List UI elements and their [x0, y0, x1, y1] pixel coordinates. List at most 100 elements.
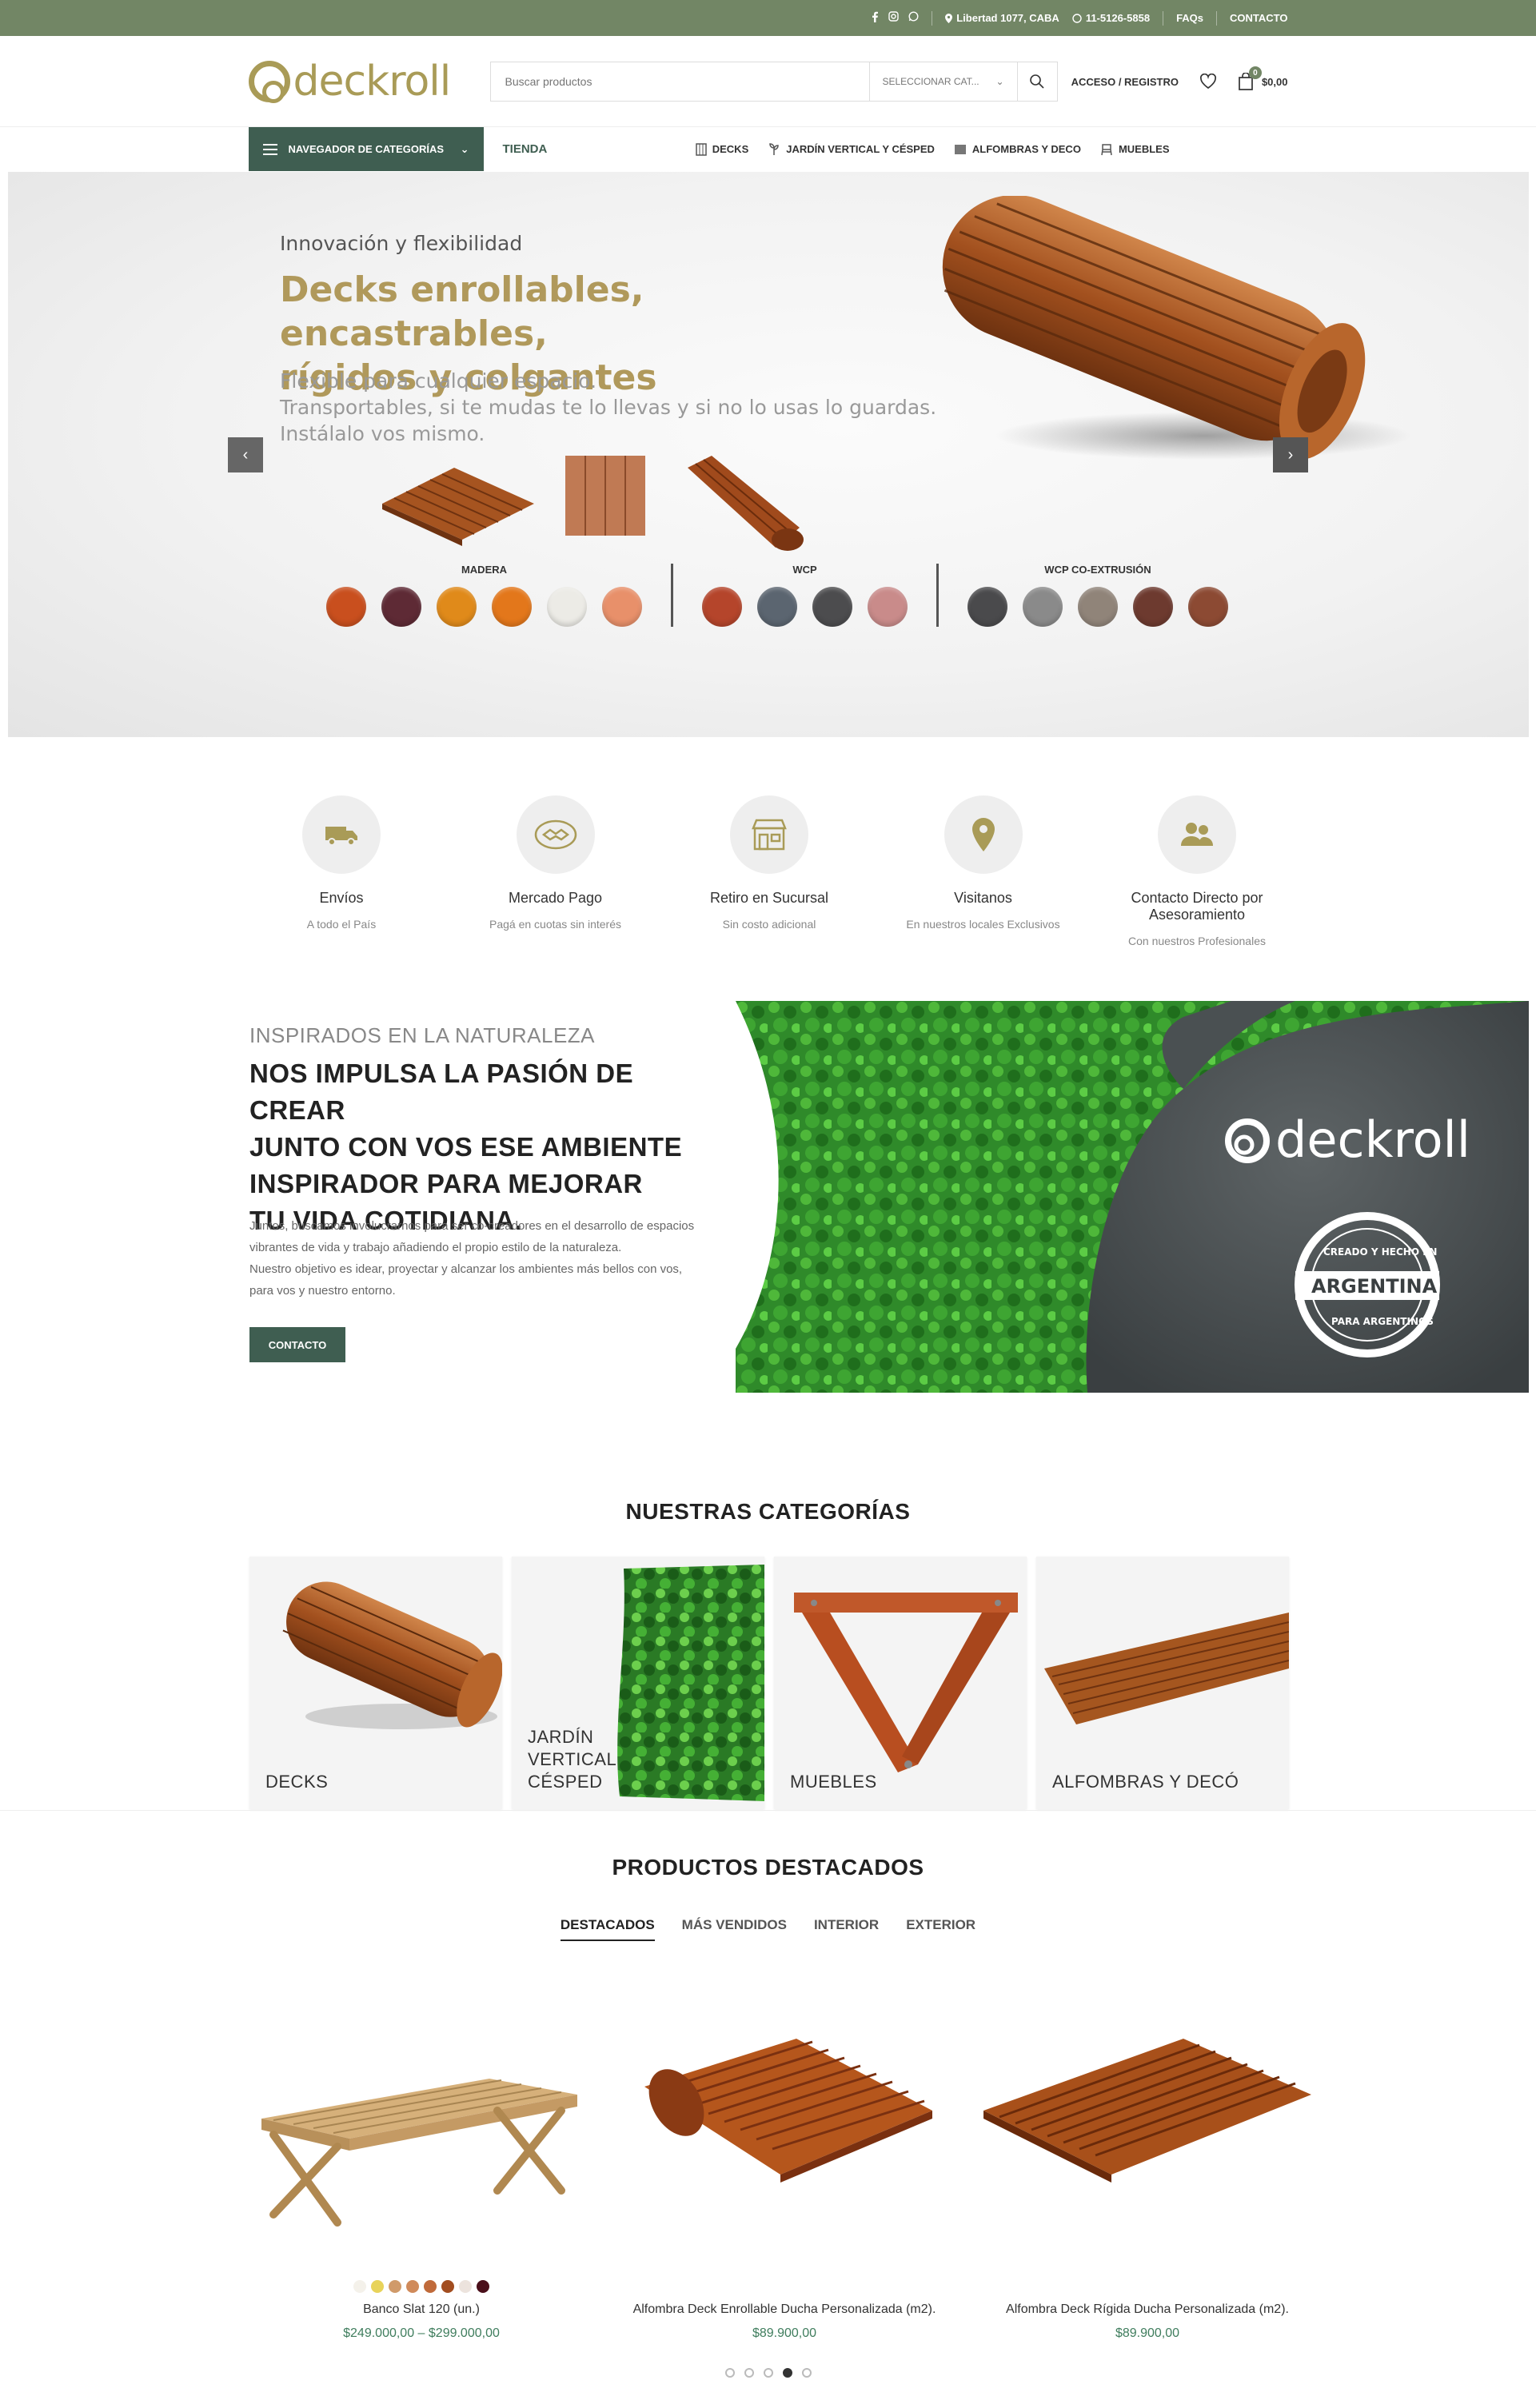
color-swatch[interactable] — [1023, 587, 1063, 627]
nav-tienda[interactable]: TIENDA — [503, 142, 548, 156]
category-name: MUEBLES — [790, 1772, 877, 1792]
color-swatch[interactable] — [967, 587, 1007, 627]
category-select[interactable]: SELECCIONAR CAT... ⌄ — [868, 62, 1017, 101]
instagram-icon[interactable] — [888, 11, 899, 25]
pagination-dot[interactable] — [763, 2368, 773, 2378]
color-swatch[interactable] — [1078, 587, 1118, 627]
product-card[interactable]: Alfombra Deck Enrollable Ducha Personali… — [612, 1991, 956, 2341]
product-image[interactable] — [249, 1991, 593, 2255]
rigid-mat-product-image — [983, 2039, 1311, 2183]
about-kicker: INSPIRADOS EN LA NATURALEZA — [249, 1023, 596, 1047]
swatch-group: WCP CO-EXTRUSIÓN — [936, 564, 1244, 627]
categories-grid: DECKS JARDÍN VERTICAL Y CÉSPED MUEBLES A… — [249, 1557, 1289, 1809]
feature-title: Visitanos — [954, 890, 1012, 906]
product-card[interactable]: Banco Slat 120 (un.) $249.000,00 – $299.… — [249, 1991, 593, 2341]
phone-link[interactable]: 11-5126-5858 — [1072, 12, 1150, 24]
category-card-decks[interactable]: DECKS — [249, 1557, 502, 1809]
tab-interior[interactable]: INTERIOR — [814, 1917, 879, 1941]
pagination-dot[interactable] — [724, 2368, 735, 2378]
logo[interactable]: deckroll — [248, 58, 482, 106]
product-image[interactable] — [975, 1991, 1319, 2255]
cart-count-badge: 0 — [1248, 66, 1262, 79]
divider — [1216, 10, 1218, 26]
product-name[interactable]: Banco Slat 120 (un.) — [363, 2302, 480, 2317]
product-color-swatch[interactable] — [389, 2280, 401, 2293]
category-card-jardin[interactable]: JARDÍN VERTICAL Y CÉSPED — [512, 1557, 764, 1809]
feature-desc: Sin costo adicional — [722, 918, 816, 931]
account-link[interactable]: ACCESO / REGISTRO — [1071, 76, 1179, 88]
pagination-dot[interactable] — [782, 2368, 792, 2378]
whatsapp-icon[interactable] — [908, 11, 919, 25]
feature-title: Contacto Directo por Asesoramiento — [1131, 890, 1263, 923]
color-swatch[interactable] — [1188, 587, 1228, 627]
about-image: deckroll CREADO Y HECHO EN ARGENTINA PAR… — [736, 1001, 1529, 1393]
color-swatch[interactable] — [757, 587, 797, 627]
product-color-swatch[interactable] — [406, 2280, 419, 2293]
color-swatch[interactable] — [602, 587, 642, 627]
tab-exterior[interactable]: EXTERIOR — [906, 1917, 975, 1941]
product-color-swatch[interactable] — [441, 2280, 454, 2293]
color-swatch[interactable] — [702, 587, 742, 627]
contact-button[interactable]: CONTACTO — [249, 1327, 345, 1362]
slider-next-button[interactable]: › — [1273, 437, 1308, 472]
color-swatch[interactable] — [492, 587, 532, 627]
muebles-image — [794, 1593, 1018, 1772]
feature-desc: Con nuestros Profesionales — [1128, 935, 1266, 947]
feature-icon-circle — [516, 795, 595, 874]
heart-icon[interactable] — [1199, 74, 1217, 90]
chevron-left-icon: ‹ — [242, 445, 249, 464]
product-color-options — [353, 2280, 489, 2293]
contact-link[interactable]: CONTACTO — [1230, 12, 1287, 24]
swatch-group: MADERA — [310, 564, 671, 627]
color-swatch[interactable] — [326, 587, 366, 627]
nav-alfombras[interactable]: ALFOMBRAS Y DECO — [954, 143, 1081, 156]
tab-mas-vendidos[interactable]: MÁS VENDIDOS — [682, 1917, 787, 1941]
hero-title-line: Decks enrollables, encastrables, — [280, 269, 644, 354]
facebook-icon[interactable] — [871, 11, 879, 25]
color-swatch[interactable] — [547, 587, 587, 627]
cart-total: $0,00 — [1261, 75, 1288, 88]
product-color-swatch[interactable] — [459, 2280, 472, 2293]
tab-destacados[interactable]: DESTACADOS — [560, 1917, 655, 1941]
nav-jardin[interactable]: JARDÍN VERTICAL Y CÉSPED — [768, 142, 935, 156]
badge-top-text: CREADO Y HECHO EN — [1323, 1246, 1437, 1258]
color-swatch[interactable] — [437, 587, 477, 627]
logo-text: deckroll — [293, 58, 452, 106]
product-name[interactable]: Alfombra Deck Rígida Ducha Personalizada… — [1006, 2302, 1289, 2317]
product-image[interactable] — [612, 1991, 956, 2255]
category-card-alfombras[interactable]: ALFOMBRAS Y DECÓ — [1036, 1557, 1289, 1809]
search-input[interactable] — [490, 62, 869, 101]
product-price: $249.000,00 – $299.000,00 — [343, 2326, 500, 2340]
category-navigator-button[interactable]: NAVEGADOR DE CATEGORÍAS ⌄ — [248, 127, 484, 171]
search-button[interactable] — [1016, 62, 1057, 101]
cart-button[interactable]: 0 $0,00 — [1238, 66, 1288, 90]
location-icon — [971, 818, 995, 851]
color-swatch[interactable] — [1133, 587, 1173, 627]
shirt-logo-text: deckroll — [1275, 1110, 1470, 1169]
swatch-group-label: WCP — [792, 564, 817, 576]
product-color-swatch[interactable] — [353, 2280, 366, 2293]
pagination-dot[interactable] — [801, 2368, 812, 2378]
category-card-muebles[interactable]: MUEBLES — [774, 1557, 1027, 1809]
category-navigator-label: NAVEGADOR DE CATEGORÍAS — [288, 143, 445, 155]
product-color-swatch[interactable] — [477, 2280, 489, 2293]
nav-muebles[interactable]: MUEBLES — [1100, 143, 1170, 156]
product-name[interactable]: Alfombra Deck Enrollable Ducha Personali… — [633, 2302, 936, 2317]
pagination-dot[interactable] — [744, 2368, 754, 2378]
feature-desc: A todo el País — [306, 918, 377, 931]
address-link[interactable]: Libertad 1077, CABA — [945, 12, 1059, 24]
about-paragraph: Juntos, buscamos involucrarnos para ser … — [249, 1215, 745, 1302]
swatch-row — [326, 587, 642, 627]
slider-prev-button[interactable]: ‹ — [228, 437, 263, 472]
feature-title: Retiro en Sucursal — [709, 890, 829, 906]
nav-jardin-label: JARDÍN VERTICAL Y CÉSPED — [786, 143, 935, 155]
product-color-swatch[interactable] — [371, 2280, 384, 2293]
color-swatch[interactable] — [381, 587, 421, 627]
carousel-pagination — [0, 2368, 1536, 2378]
color-swatch[interactable] — [812, 587, 852, 627]
nav-decks[interactable]: DECKS — [695, 142, 748, 156]
product-card[interactable]: Alfombra Deck Rígida Ducha Personalizada… — [975, 1991, 1319, 2341]
product-color-swatch[interactable] — [424, 2280, 437, 2293]
faqs-link[interactable]: FAQs — [1176, 12, 1203, 24]
color-swatch[interactable] — [868, 587, 908, 627]
